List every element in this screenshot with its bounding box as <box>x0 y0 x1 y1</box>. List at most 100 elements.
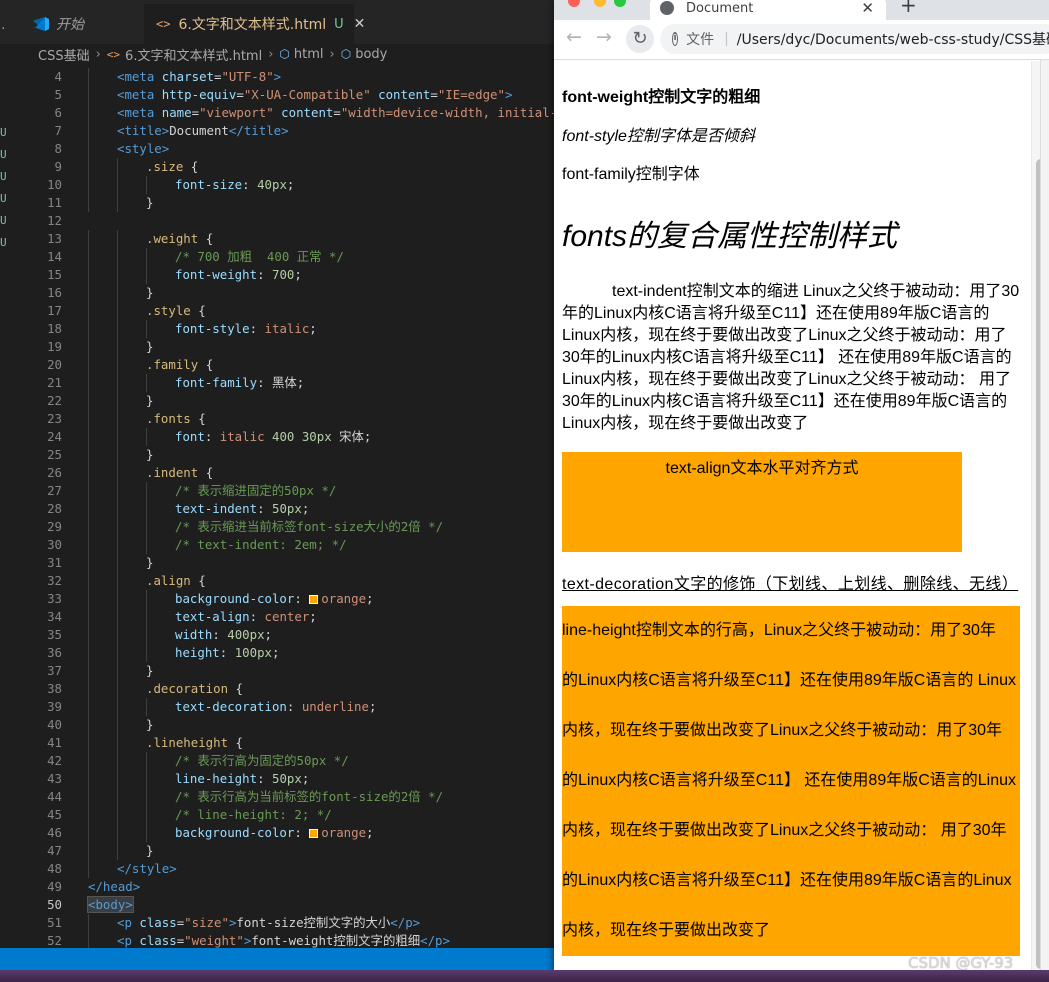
code-line[interactable]: 23 .fonts { <box>0 410 556 428</box>
code-line[interactable]: 42 /* 表示行高为固定的50px */ <box>0 752 556 770</box>
code-line[interactable]: 21 font-family: 黑体; <box>0 374 556 392</box>
code-line[interactable]: 16} <box>0 284 556 302</box>
breadcrumb-file[interactable]: 6.文字和文本样式.html <box>125 45 262 64</box>
indent-guide <box>88 392 89 410</box>
breadcrumb-html[interactable]: html <box>294 47 324 62</box>
code-line[interactable]: 10 font-size: 40px; <box>0 176 556 194</box>
code-token: .lineheight <box>146 735 236 750</box>
lineheight-paragraph: line-height控制文本的行高，Linux之父终于被动动：用了30年 的Li… <box>562 606 1020 956</box>
code-token: 400 30px <box>271 429 332 444</box>
lineheight-text-line: 的Linux内核C语言将升级至C11】 还在使用89年版C语言的Linux <box>562 772 1017 789</box>
code-line[interactable]: 4 <meta charset="UTF-8"> <box>0 68 556 86</box>
tab-html-file[interactable]: <> 6.文字和文本样式.html U ✕ <box>144 4 365 44</box>
line-number: 12 <box>47 213 62 228</box>
code-token: ; <box>366 825 374 840</box>
address-bar[interactable]: i 文件 | /Users/dyc/Documents/web-css-stud… <box>660 24 1049 54</box>
code-area[interactable]: 4 <meta charset="UTF-8"> 5 <meta http-equiv… <box>0 68 556 950</box>
indent-guide <box>88 284 89 302</box>
indent-guide <box>146 788 147 806</box>
close-window-button[interactable] <box>568 0 580 7</box>
code-line[interactable]: 31} <box>0 554 556 572</box>
code-line[interactable]: 6 <meta name="viewport" content="width=de… <box>0 104 556 122</box>
code-line[interactable]: 19} <box>0 338 556 356</box>
line-number: 7 <box>54 123 62 138</box>
code-line[interactable]: 49 </head> <box>0 878 556 896</box>
code-line[interactable]: 47} <box>0 842 556 860</box>
code-line[interactable]: 37} <box>0 662 556 680</box>
code-line[interactable]: 7 <title>Document</title> <box>0 122 556 140</box>
code-line[interactable]: 13 .weight { <box>0 230 556 248</box>
zoom-window-button[interactable] <box>614 0 626 7</box>
code-line[interactable]: 8 <style> <box>0 140 556 158</box>
code-line[interactable]: 15 font-weight: 700; <box>0 266 556 284</box>
code-line[interactable]: 33 background-color: orange; <box>0 590 556 608</box>
breadcrumb-body[interactable]: body <box>355 47 387 62</box>
code-line[interactable]: 20 .family { <box>0 356 556 374</box>
code-line[interactable]: 11} <box>0 194 556 212</box>
indent-paragraph: text-indent控制文本的缩进 Linux之父终于被动动：用了30年的Li… <box>562 283 1020 432</box>
new-tab-button[interactable]: + <box>900 0 917 17</box>
code-line[interactable]: 35 width: 400px; <box>0 626 556 644</box>
minimize-window-button[interactable] <box>594 0 606 7</box>
code-text: height: 100px; <box>175 644 279 662</box>
back-arrow-icon[interactable]: ← <box>566 26 582 48</box>
browser-tab-document[interactable]: Document ✕ <box>650 0 886 20</box>
code-text: .size { <box>146 158 198 176</box>
indent-guide <box>117 572 118 590</box>
code-line[interactable]: 17 .style { <box>0 302 556 320</box>
code-token: /* 表示缩进固定的50px */ <box>175 483 337 498</box>
code-line[interactable]: 45 /* line-height: 2; */ <box>0 806 556 824</box>
indent-guide <box>117 410 118 428</box>
code-line[interactable]: 12 <box>0 212 556 230</box>
code-line[interactable]: 9 .size { <box>0 158 556 176</box>
code-token: } <box>146 339 154 354</box>
code-line[interactable]: 30 /* text-indent: 2em; */ <box>0 536 556 554</box>
code-line[interactable]: 22} <box>0 392 556 410</box>
code-line[interactable]: 26 .indent { <box>0 464 556 482</box>
code-line[interactable]: 32 .align { <box>0 572 556 590</box>
code-line[interactable]: 46 background-color: orange; <box>0 824 556 842</box>
code-line[interactable]: 29 /* 表示缩进当前标签font-size大小的2倍 */ <box>0 518 556 536</box>
indent-guide <box>117 662 118 680</box>
line-number: 8 <box>54 141 62 156</box>
code-line[interactable]: 40} <box>0 716 556 734</box>
code-token: .weight <box>146 231 206 246</box>
code-line[interactable]: 34 text-align: center; <box>0 608 556 626</box>
code-token: "X-UA-Compatible" <box>243 87 371 102</box>
code-line[interactable]: 5 <meta http-equiv="X-UA-Compatible" cont… <box>0 86 556 104</box>
code-token: .family <box>146 357 206 372</box>
code-line[interactable]: 14 /* 700 加粗 400 正常 */ <box>0 248 556 266</box>
code-line[interactable]: 39 text-decoration: underline; <box>0 698 556 716</box>
color-swatch-icon[interactable] <box>309 595 319 604</box>
code-token: /* 700 加粗 400 正常 */ <box>175 249 344 264</box>
reload-icon[interactable]: ↻ <box>626 25 654 53</box>
code-line[interactable]: 36 height: 100px; <box>0 644 556 662</box>
indent-guide <box>88 176 89 194</box>
code-token: font-size <box>175 177 243 192</box>
indent-guide <box>88 410 89 428</box>
color-swatch-icon[interactable] <box>309 829 319 838</box>
forward-arrow-icon[interactable]: → <box>596 26 612 48</box>
code-line[interactable]: 24 font: italic 400 30px 宋体; <box>0 428 556 446</box>
code-line[interactable]: 38 .decoration { <box>0 680 556 698</box>
code-line[interactable]: 48 </style> <box>0 860 556 878</box>
code-text: } <box>146 446 153 464</box>
code-token: : <box>249 321 265 336</box>
code-line[interactable]: 50 <body> <box>0 896 556 914</box>
code-token: italic <box>264 321 310 336</box>
code-line[interactable]: 43 line-height: 50px; <box>0 770 556 788</box>
code-line[interactable]: 18 font-style: italic; <box>0 320 556 338</box>
close-icon[interactable]: ✕ <box>861 0 874 17</box>
code-line[interactable]: 41 .lineheight { <box>0 734 556 752</box>
close-icon[interactable]: ✕ <box>354 16 366 32</box>
code-text: text-indent: 50px; <box>175 500 309 518</box>
code-line[interactable]: 28 text-indent: 50px; <box>0 500 556 518</box>
code-line[interactable]: 25} <box>0 446 556 464</box>
tab-start[interactable]: 开始 <box>22 4 142 44</box>
code-line[interactable]: 51 <p class="size">font-size控制文字的大小</p> <box>0 914 556 932</box>
code-line[interactable]: 44 /* 表示行高为当前标签的font-size的2倍 */ <box>0 788 556 806</box>
info-icon[interactable]: i <box>672 32 679 46</box>
breadcrumb-folder[interactable]: CSS基础 <box>38 45 90 64</box>
code-line[interactable]: 27 /* 表示缩进固定的50px */ <box>0 482 556 500</box>
line-number: 18 <box>47 321 62 336</box>
